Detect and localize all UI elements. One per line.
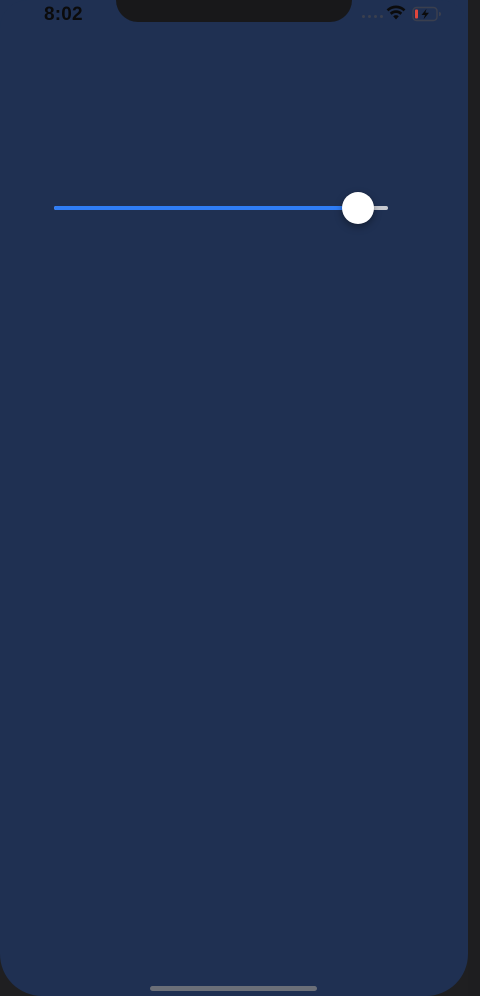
- status-bar: 8:02: [0, 0, 468, 34]
- home-indicator[interactable]: [150, 986, 317, 991]
- signal-dots-icon: [362, 15, 383, 18]
- slider-thumb[interactable]: [341, 192, 374, 224]
- value-slider[interactable]: [54, 192, 388, 224]
- status-time: 8:02: [44, 4, 83, 25]
- slider-fill: [54, 206, 358, 210]
- device-notch: [116, 0, 352, 22]
- device-frame-edge: [468, 0, 480, 996]
- app-screen: 8:02: [0, 0, 468, 996]
- wifi-icon: [386, 5, 406, 20]
- battery-charging-icon: [412, 6, 441, 22]
